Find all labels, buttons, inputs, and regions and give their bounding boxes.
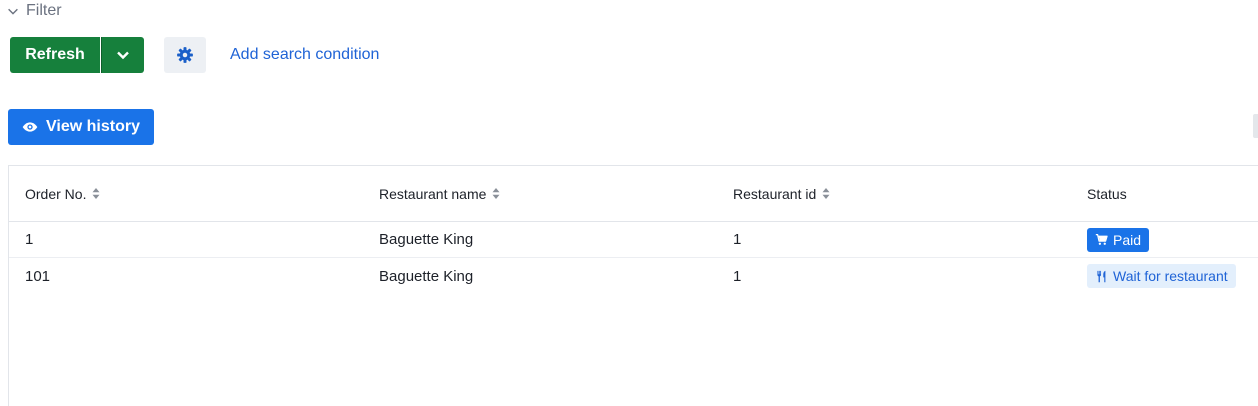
refresh-dropdown-button[interactable] [101,37,144,73]
column-header-status: Status [1087,185,1127,202]
settings-button[interactable] [164,37,206,73]
filter-label: Filter [26,2,62,19]
side-panel-handle[interactable] [1253,114,1258,138]
column-header-restaurant-name[interactable]: Restaurant name [379,166,500,221]
order-no-cell: 1 [25,231,34,248]
view-history-label: View history [46,118,140,135]
status-text: Wait for restaurant [1113,268,1228,284]
add-search-condition-link[interactable]: Add search condition [230,37,379,73]
sort-icon [822,188,830,199]
eye-icon [22,122,38,132]
chevron-down-icon [117,51,129,60]
filter-toggle[interactable]: Filter [6,0,62,22]
status-badge: Paid [1087,227,1150,252]
table-row[interactable]: 1 Baguette King 1 Paid [9,222,1258,258]
gear-icon [177,47,193,63]
status-text: Paid [1113,231,1142,248]
view-history-button[interactable]: View history [8,109,154,145]
column-header-restaurant-id[interactable]: Restaurant id [733,166,830,221]
cart-icon [1095,233,1108,245]
utensils-icon [1097,270,1106,282]
restaurant-id-cell: 1 [733,231,742,248]
sort-icon [492,188,500,199]
restaurant-id-cell: 1 [733,267,742,285]
status-cell: Paid [1087,222,1150,257]
status-badge: Wait for restaurant [1087,264,1236,288]
status-cell: Wait for restaurant [1087,258,1236,294]
sort-icon [92,188,100,199]
column-header-order-no[interactable]: Order No. [25,166,100,221]
refresh-button-group: Refresh [10,37,144,73]
order-no-cell: 101 [25,267,51,285]
orders-table: Order No. Restaurant name Restaurant id … [8,165,1258,406]
chevron-down-icon [8,8,18,15]
refresh-button[interactable]: Refresh [10,37,100,73]
restaurant-name-cell: Baguette King [379,267,474,285]
table-header-row: Order No. Restaurant name Restaurant id … [9,166,1258,222]
restaurant-name-cell: Baguette King [379,231,474,248]
table-row[interactable]: 101 Baguette King 1 Wait for restaurant [9,258,1258,294]
